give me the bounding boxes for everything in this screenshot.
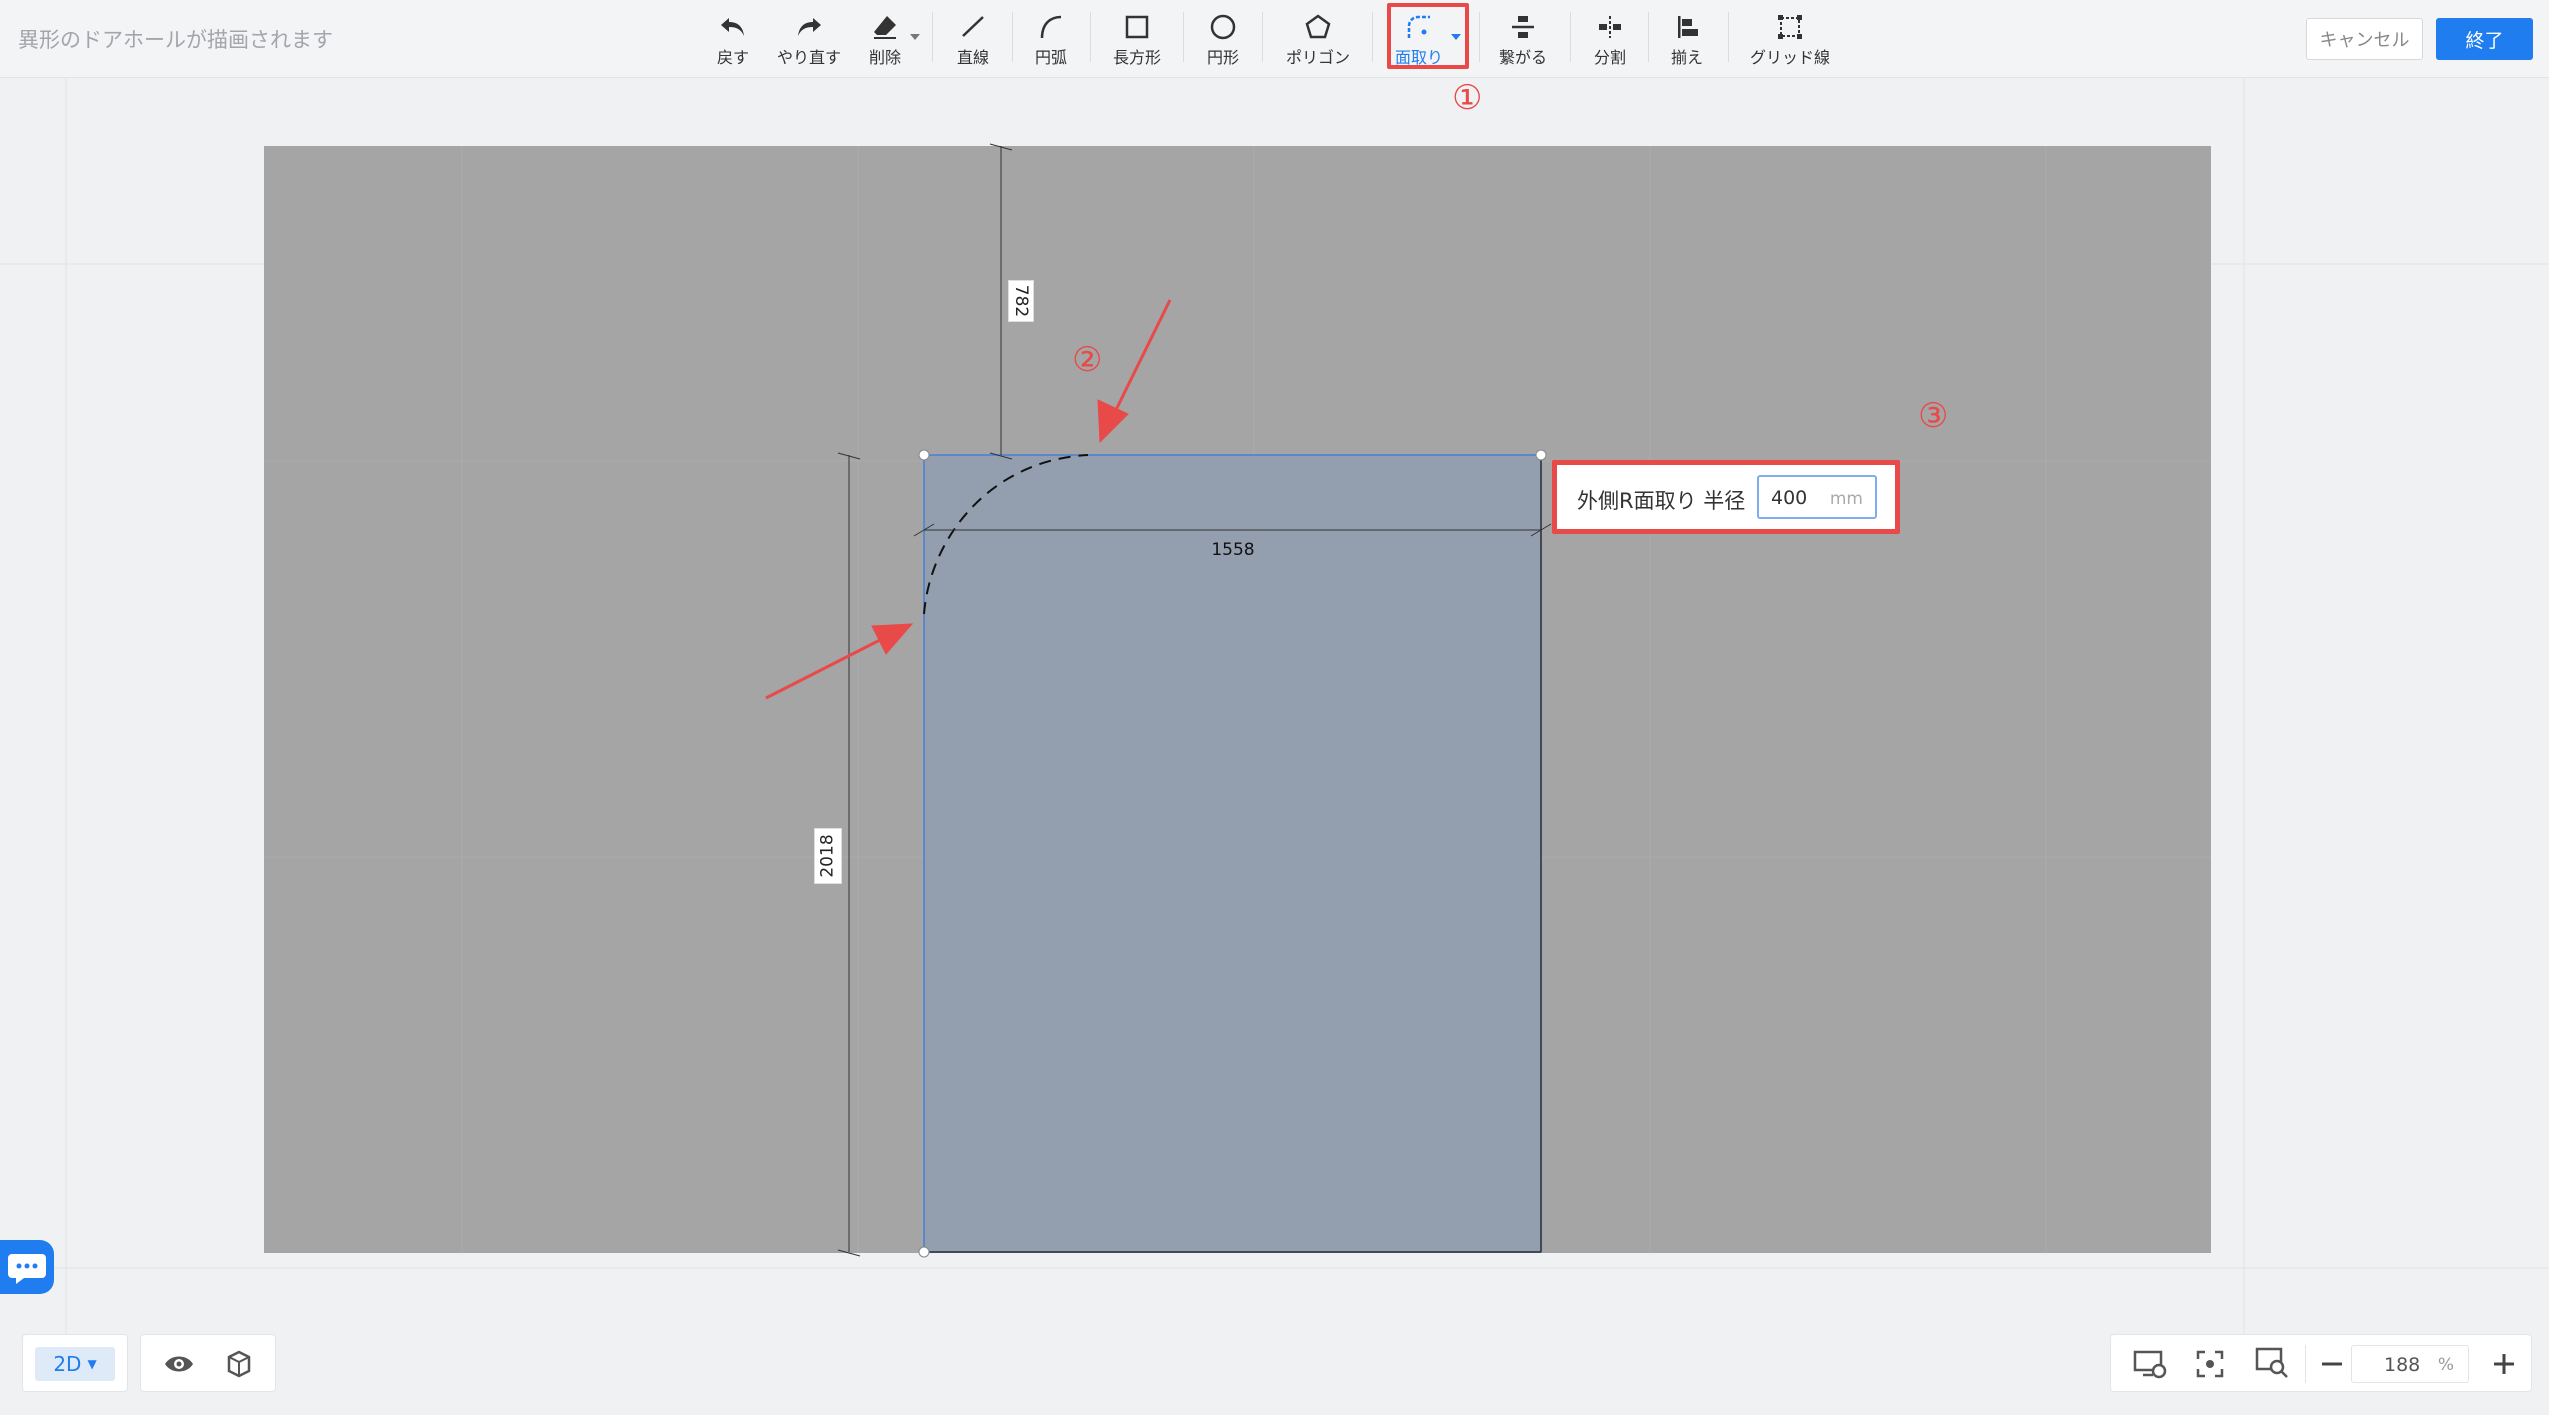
polygon-label: ポリゴン <box>1285 48 1350 67</box>
gridline-label: グリッド線 <box>1749 48 1830 67</box>
align-tool-button[interactable]: 揃え <box>1648 8 1726 70</box>
undo-icon <box>721 18 744 36</box>
rectangle-icon <box>1125 15 1149 39</box>
zoom-in-icon[interactable] <box>2491 1351 2517 1377</box>
corner-handle-top-right[interactable] <box>1535 449 1547 461</box>
rectangle-label: 長方形 <box>1112 48 1161 67</box>
rectangle-tool-button[interactable]: 長方形 <box>1098 8 1176 70</box>
chevron-down-icon: ▼ <box>87 1357 97 1371</box>
dimension-label-top-offset: 782 <box>1008 280 1034 322</box>
dimension-value: 782 <box>1011 284 1032 318</box>
zoom-controls: 188 % <box>2110 1334 2532 1392</box>
toolbar-divider <box>1479 12 1480 62</box>
chat-bubble-icon <box>8 1254 46 1284</box>
cancel-button[interactable]: キャンセル <box>2306 18 2423 60</box>
fillet-radius-unit: mm <box>1829 489 1863 509</box>
zoom-level-input[interactable]: 188 % <box>2351 1345 2469 1383</box>
redo-label: やり直す <box>776 48 841 67</box>
line-icon <box>962 16 984 37</box>
dimension-label-width: 1558 <box>1211 540 1255 560</box>
toolbar-divider <box>1372 12 1373 62</box>
chat-button[interactable] <box>0 1240 54 1294</box>
corner-handle-top-left[interactable] <box>918 449 930 461</box>
line-tool-button[interactable]: 直線 <box>934 8 1012 70</box>
view-mode-label: 2D <box>53 1352 82 1376</box>
align-label: 揃え <box>1670 48 1703 67</box>
redo-button[interactable]: やり直す <box>770 8 848 70</box>
grid-icon <box>1778 15 1802 39</box>
view-toggle-group <box>140 1334 276 1392</box>
arc-icon <box>1040 15 1062 39</box>
arc-tool-button[interactable]: 円弧 <box>1012 8 1090 70</box>
view-mode-controls: 2D ▼ <box>22 1334 276 1392</box>
finish-button[interactable]: 終了 <box>2436 18 2533 60</box>
toolbar-divider <box>1728 12 1729 62</box>
fillet-radius-label: 外側R面取り 半径 <box>1577 489 1746 513</box>
view-mode-current[interactable]: 2D ▼ <box>35 1347 115 1381</box>
connect-label: 繋がる <box>1498 48 1547 67</box>
view-mode-selector[interactable]: 2D ▼ <box>22 1334 128 1392</box>
align-icon <box>1678 16 1698 38</box>
view-settings-icon[interactable] <box>2133 1349 2167 1379</box>
eye-icon[interactable] <box>163 1349 195 1379</box>
undo-button[interactable]: 戻す <box>694 8 772 70</box>
fillet-radius-popup: 外側R面取り 半径 400 mm <box>1552 460 1900 534</box>
fillet-radius-value: 400 <box>1771 487 1808 509</box>
top-toolbar: 異形のドアホールが描画されます 戻す やり直す 削除 直線 円弧 長方形 円形 <box>0 0 2549 78</box>
zoom-divider <box>2305 1345 2306 1383</box>
dimension-value: 2018 <box>818 834 839 878</box>
canvas-svg <box>0 78 2549 1340</box>
zoom-level-value: 188 <box>2384 1354 2421 1376</box>
split-tool-button[interactable]: 分割 <box>1571 8 1649 70</box>
toolbar-divider <box>932 12 933 62</box>
line-label: 直線 <box>956 48 989 67</box>
zoom-preview-icon[interactable] <box>2255 1347 2289 1379</box>
delete-dropdown-icon[interactable] <box>910 34 920 40</box>
page-title: 異形のドアホールが描画されます <box>18 28 333 52</box>
eraser-icon <box>874 16 896 39</box>
circle-tool-button[interactable]: 円形 <box>1184 8 1262 70</box>
redo-icon <box>798 18 821 36</box>
step1-highlight <box>1387 3 1469 69</box>
fit-view-icon[interactable] <box>2195 1349 2225 1379</box>
step2-marker: ② <box>1072 340 1103 380</box>
split-icon <box>1599 16 1621 38</box>
corner-handle-bottom-left[interactable] <box>918 1246 930 1258</box>
pentagon-icon <box>1305 14 1331 39</box>
fillet-radius-input[interactable]: 400 mm <box>1757 475 1877 519</box>
connect-tool-button[interactable]: 繋がる <box>1484 8 1562 70</box>
door-hole-shape[interactable] <box>923 454 1542 1253</box>
connect-icon <box>1512 16 1534 38</box>
zoom-out-icon[interactable] <box>2319 1351 2345 1377</box>
drawing-canvas[interactable]: 782 1558 2018 ① ② ③ 外側R面取り 半径 400 mm <box>0 78 2549 1340</box>
toolbar-divider <box>1262 12 1263 62</box>
step1-marker: ① <box>1452 78 1483 118</box>
polygon-tool-button[interactable]: ポリゴン <box>1279 8 1357 70</box>
undo-label: 戻す <box>716 48 749 67</box>
circle-label: 円形 <box>1206 48 1239 67</box>
delete-label: 削除 <box>868 48 901 67</box>
dimension-label-height: 2018 <box>814 828 842 884</box>
toolbar-divider <box>1090 12 1091 62</box>
cube-icon[interactable] <box>223 1347 255 1379</box>
gridline-tool-button[interactable]: グリッド線 <box>1742 8 1838 70</box>
step3-marker: ③ <box>1918 396 1949 436</box>
arc-label: 円弧 <box>1034 48 1067 67</box>
split-label: 分割 <box>1593 48 1626 67</box>
circle-icon <box>1210 14 1236 40</box>
zoom-level-unit: % <box>2437 1355 2454 1375</box>
